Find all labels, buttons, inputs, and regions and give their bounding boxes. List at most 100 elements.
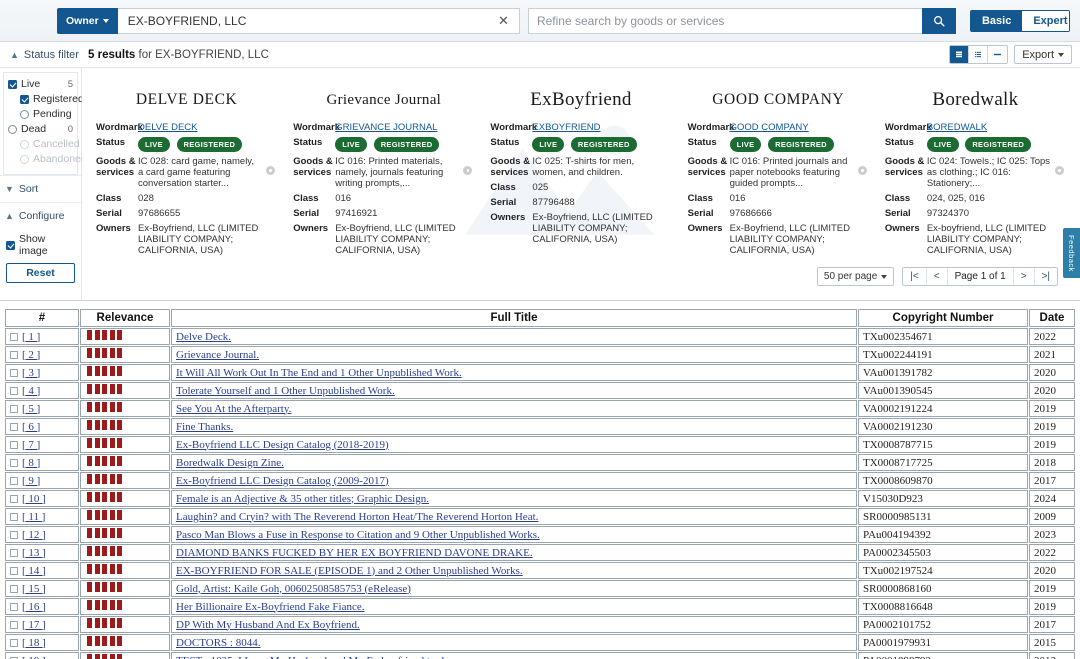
checkbox-icon[interactable] (8, 80, 17, 89)
title-link[interactable]: Laughin? and Cryin? with The Reverend Ho… (176, 511, 538, 523)
trademark-card[interactable]: Boredwalk Wordmark BOREDWALK Status LIVE… (877, 78, 1074, 260)
title-link[interactable]: Ex-Boyfriend LLC Design Catalog (2018-20… (176, 439, 389, 451)
info-icon[interactable] (858, 166, 867, 175)
title-link[interactable]: Her Billionaire Ex-Boyfriend Fake Fiance… (176, 601, 364, 613)
column-header-copyright[interactable]: Copyright Number (858, 309, 1028, 327)
row-checkbox[interactable] (10, 477, 18, 485)
filter-live[interactable]: Live 5 (8, 78, 73, 90)
next-page-button[interactable]: > (1014, 268, 1035, 285)
info-icon[interactable] (1055, 166, 1064, 175)
column-header-full-title[interactable]: Full Title (171, 309, 857, 327)
row-checkbox[interactable] (10, 333, 18, 341)
title-link[interactable]: EX-BOYFRIEND FOR SALE (EPISODE 1) and 2 … (176, 565, 523, 577)
title-link[interactable]: DIAMOND BANKS FUCKED BY HER EX BOYFRIEND… (176, 547, 533, 559)
row-index-link[interactable]: [ 19 ] (22, 655, 46, 659)
row-checkbox[interactable] (10, 531, 18, 539)
trademark-card[interactable]: GOOD COMPANY Wordmark GOOD COMPANY Statu… (680, 78, 877, 260)
wordmark-link[interactable]: BOREDWALK (927, 122, 987, 133)
status-filter-toggle[interactable]: ▲ Status filter (0, 49, 82, 61)
last-page-button[interactable]: >| (1035, 268, 1057, 285)
refine-search-input[interactable] (528, 8, 922, 34)
checkbox-icon[interactable] (6, 241, 15, 250)
row-index-link[interactable]: [ 12 ] (22, 529, 46, 541)
row-checkbox[interactable] (10, 459, 18, 467)
filter-dead[interactable]: Dead 0 (8, 123, 73, 135)
row-index-link[interactable]: [ 4 ] (22, 385, 40, 397)
row-index-link[interactable]: [ 6 ] (22, 421, 40, 433)
grid-view-icon[interactable] (950, 46, 969, 63)
export-button[interactable]: Export (1014, 45, 1072, 64)
row-index-link[interactable]: [ 9 ] (22, 475, 40, 487)
wordmark-link[interactable]: GOOD COMPANY (730, 122, 809, 133)
search-button[interactable] (922, 8, 956, 34)
row-index-link[interactable]: [ 8 ] (22, 457, 40, 469)
close-icon[interactable]: ✕ (494, 14, 513, 27)
row-index-link[interactable]: [ 3 ] (22, 367, 40, 379)
title-link[interactable]: Gold, Artist: Kaile Goh, 00602508585753 … (176, 583, 411, 595)
row-checkbox[interactable] (10, 585, 18, 593)
title-link[interactable]: It Will All Work Out In The End and 1 Ot… (176, 367, 462, 379)
title-link[interactable]: Female is an Adjective & 35 other titles… (176, 493, 429, 505)
title-link[interactable]: Pasco Man Blows a Fuse in Response to Ci… (176, 529, 540, 541)
tab-basic[interactable]: Basic (971, 11, 1022, 31)
row-index-link[interactable]: [ 17 ] (22, 619, 46, 631)
title-link[interactable]: TEST : 1025, I Love My Husband and My Ex… (176, 655, 445, 659)
row-index-link[interactable]: [ 7 ] (22, 439, 40, 451)
sort-section-toggle[interactable]: ▼ Sort (0, 175, 81, 202)
row-checkbox[interactable] (10, 621, 18, 629)
feedback-tab[interactable]: Feedback (1063, 228, 1080, 278)
show-image-toggle[interactable]: Show image (0, 229, 81, 263)
row-checkbox[interactable] (10, 513, 18, 521)
title-link[interactable]: Boredwalk Design Zine. (176, 457, 284, 469)
title-link[interactable]: Ex-Boyfriend LLC Design Catalog (2009-20… (176, 475, 389, 487)
per-page-dropdown[interactable]: 50 per page (817, 267, 894, 286)
owner-field-dropdown[interactable]: Owner (57, 8, 118, 34)
compact-view-icon[interactable] (988, 46, 1007, 63)
column-header-relevance[interactable]: Relevance (80, 309, 170, 327)
wordmark-link[interactable]: GRIEVANCE JOURNAL (335, 122, 437, 133)
row-index-link[interactable]: [ 15 ] (22, 583, 46, 595)
wordmark-link[interactable]: EXBOYFRIEND (532, 122, 600, 133)
row-index-link[interactable]: [ 18 ] (22, 637, 46, 649)
row-checkbox[interactable] (10, 549, 18, 557)
row-checkbox[interactable] (10, 405, 18, 413)
row-index-link[interactable]: [ 13 ] (22, 547, 46, 559)
filter-registered[interactable]: Registered (8, 93, 73, 105)
column-header-date[interactable]: Date (1029, 309, 1075, 327)
checkbox-icon[interactable] (8, 125, 17, 134)
row-checkbox[interactable] (10, 495, 18, 503)
configure-section-toggle[interactable]: ▲ Configure (0, 202, 81, 229)
list-view-icon[interactable] (969, 46, 988, 63)
info-icon[interactable] (463, 166, 472, 175)
row-index-link[interactable]: [ 11 ] (22, 511, 45, 523)
title-link[interactable]: Grievance Journal. (176, 349, 259, 361)
checkbox-icon[interactable] (20, 95, 29, 104)
row-checkbox[interactable] (10, 441, 18, 449)
info-icon[interactable] (266, 166, 275, 175)
row-checkbox[interactable] (10, 351, 18, 359)
row-checkbox[interactable] (10, 387, 18, 395)
title-link[interactable]: Tolerate Yourself and 1 Other Unpublishe… (176, 385, 395, 397)
row-index-link[interactable]: [ 10 ] (22, 493, 46, 505)
row-index-link[interactable]: [ 1 ] (22, 331, 40, 343)
tab-expert[interactable]: Expert (1022, 11, 1070, 31)
row-checkbox[interactable] (10, 639, 18, 647)
filter-pending[interactable]: Pending (8, 108, 73, 120)
owner-search-input[interactable] (126, 13, 494, 29)
prev-page-button[interactable]: < (927, 268, 948, 285)
trademark-card[interactable]: Grievance Journal Wordmark GRIEVANCE JOU… (285, 78, 482, 260)
checkbox-icon[interactable] (20, 110, 29, 119)
row-index-link[interactable]: [ 14 ] (22, 565, 46, 577)
row-checkbox[interactable] (10, 567, 18, 575)
first-page-button[interactable]: |< (903, 268, 926, 285)
column-header-index[interactable]: # (5, 309, 79, 327)
title-link[interactable]: Fine Thanks. (176, 421, 233, 433)
row-checkbox[interactable] (10, 603, 18, 611)
row-checkbox[interactable] (10, 423, 18, 431)
row-index-link[interactable]: [ 2 ] (22, 349, 40, 361)
title-link[interactable]: DOCTORS : 8044. (176, 637, 260, 649)
title-link[interactable]: See You At the Afterparty. (176, 403, 291, 415)
row-index-link[interactable]: [ 5 ] (22, 403, 40, 415)
row-index-link[interactable]: [ 16 ] (22, 601, 46, 613)
trademark-card[interactable]: ExBoyfriend Wordmark EXBOYFRIEND Status … (482, 78, 679, 260)
